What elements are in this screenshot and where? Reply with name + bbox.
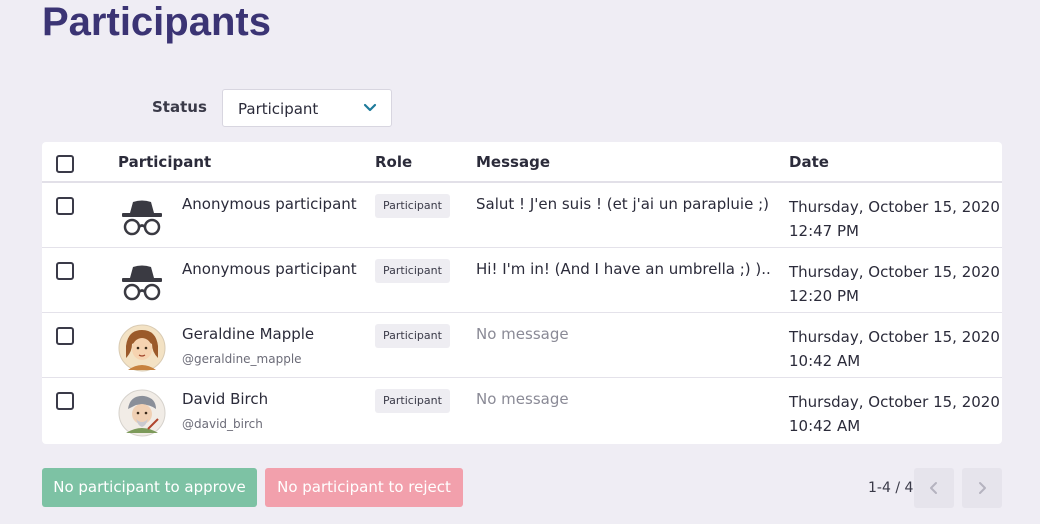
time-line: 10:42 AM [789,352,861,370]
time-line: 12:20 PM [789,287,859,305]
table-row[interactable]: Anonymous participant Participant Salut … [42,183,1002,248]
column-header-message[interactable]: Message [476,153,550,171]
column-header-role[interactable]: Role [375,153,412,171]
date-line: Thursday, October 15, 2020 [789,393,1000,411]
role-badge: Participant [375,389,450,413]
column-header-participant[interactable]: Participant [118,153,211,171]
chevron-left-icon [930,482,937,494]
reject-button[interactable]: No participant to reject [265,468,463,507]
participant-message: No message [476,390,569,408]
user-avatar [118,389,166,437]
table-row[interactable]: Geraldine Mapple @geraldine_mapple Parti… [42,313,1002,378]
chevron-down-icon [363,103,377,112]
next-page-button[interactable] [962,468,1002,508]
row-checkbox[interactable] [56,392,74,410]
participant-handle: @geraldine_mapple [182,352,302,366]
previous-page-button[interactable] [914,468,954,508]
date-line: Thursday, October 15, 2020 [789,328,1000,346]
participant-message: No message [476,325,569,343]
incognito-icon [122,265,162,301]
time-line: 12:47 PM [789,222,859,240]
participation-date: Thursday, October 15, 2020 12:20 PM [789,260,1000,308]
time-line: 10:42 AM [789,417,861,435]
user-avatar [118,324,166,372]
table-row[interactable]: David Birch @david_birch Participant No … [42,378,1002,443]
date-line: Thursday, October 15, 2020 [789,198,1000,216]
participant-handle: @david_birch [182,417,263,431]
participant-name: David Birch [182,390,269,408]
approve-button[interactable]: No participant to approve [42,468,257,507]
participant-name: Anonymous participant [182,260,357,278]
participant-name: Anonymous participant [182,195,357,213]
role-badge: Participant [375,324,450,348]
participant-name: Geraldine Mapple [182,325,315,343]
select-all-checkbox[interactable] [56,155,74,173]
participants-table: Participant Role Message Date Anonymous … [42,142,1002,444]
row-checkbox[interactable] [56,327,74,345]
table-row[interactable]: Anonymous participant Participant Hi! I'… [42,248,1002,313]
participation-date: Thursday, October 15, 2020 10:42 AM [789,325,1000,373]
table-header: Participant Role Message Date [42,142,1002,183]
page-title: Participants [42,0,271,44]
incognito-icon [122,200,162,236]
column-header-date[interactable]: Date [789,153,829,171]
participant-message: Hi! I'm in! (And I have an umbrella ;) )… [476,260,771,278]
status-select[interactable]: Participant [222,89,392,127]
participation-date: Thursday, October 15, 2020 10:42 AM [789,390,1000,438]
row-checkbox[interactable] [56,197,74,215]
pagination-info: 1-4 / 4 [868,480,914,496]
participant-message: Salut ! J'en suis ! (et j'ai un paraplui… [476,195,771,213]
status-select-value: Participant [238,100,319,118]
chevron-right-icon [979,482,986,494]
participation-date: Thursday, October 15, 2020 12:47 PM [789,195,1000,243]
row-checkbox[interactable] [56,262,74,280]
role-badge: Participant [375,259,450,283]
date-line: Thursday, October 15, 2020 [789,263,1000,281]
role-badge: Participant [375,194,450,218]
status-filter-label: Status [152,98,207,116]
